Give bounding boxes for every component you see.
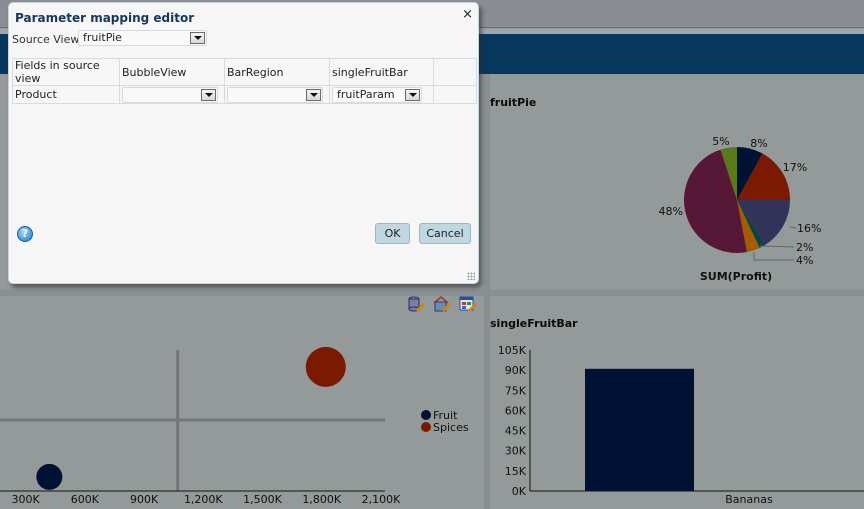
header-barregion: BarRegion [224, 58, 330, 86]
edit-data-icon[interactable] [407, 296, 426, 313]
bar-panel: singleFruitBar [490, 296, 864, 509]
cancel-button[interactable]: Cancel [419, 223, 471, 244]
barregion-cell [224, 85, 330, 104]
bubbleview-cell [119, 85, 225, 104]
chevron-down-icon[interactable] [405, 88, 420, 101]
edit-view-icon[interactable] [433, 296, 452, 313]
horizontal-splitter[interactable] [0, 290, 864, 296]
field-product: Product [12, 85, 120, 104]
close-icon[interactable]: × [462, 8, 473, 22]
singlefruitbar-param-value: fruitParam [337, 87, 395, 101]
chevron-down-icon[interactable] [190, 32, 205, 44]
bubble-panel [0, 296, 484, 509]
header-bubbleview: BubbleView [119, 58, 225, 86]
empty-cell [433, 85, 477, 104]
table-header-row: Fields in source view BubbleView BarRegi… [12, 58, 477, 86]
help-icon[interactable]: ? [17, 226, 33, 242]
chevron-down-icon[interactable] [306, 88, 321, 101]
chevron-down-icon[interactable] [201, 88, 216, 101]
mapping-table: Fields in source view BubbleView BarRegi… [12, 58, 477, 104]
header-empty [433, 58, 477, 86]
singlefruitbar-cell: fruitParam [329, 85, 434, 104]
bar-panel-title: singleFruitBar [490, 317, 578, 330]
table-row: Product fruitParam [12, 85, 477, 104]
pie-panel-title: fruitPie [490, 96, 537, 109]
source-view-label: Source View [12, 33, 80, 46]
header-singlefruitbar: singleFruitBar [329, 58, 434, 86]
pie-panel: fruitPie [490, 74, 864, 290]
edit-layout-icon[interactable] [459, 296, 478, 313]
ok-button[interactable]: OK [375, 223, 410, 244]
source-view-select[interactable]: fruitPie [78, 30, 207, 46]
header-fields: Fields in source view [12, 58, 120, 86]
resize-grip[interactable] [467, 272, 475, 280]
bubbleview-param-select[interactable] [122, 86, 218, 103]
source-view-value: fruitPie [83, 31, 122, 44]
dialog-title: Parameter mapping editor [15, 11, 195, 25]
singlefruitbar-param-select[interactable]: fruitParam [332, 86, 422, 103]
parameter-mapping-dialog: Parameter mapping editor × Source View f… [8, 2, 479, 284]
barregion-param-select[interactable] [227, 86, 323, 103]
